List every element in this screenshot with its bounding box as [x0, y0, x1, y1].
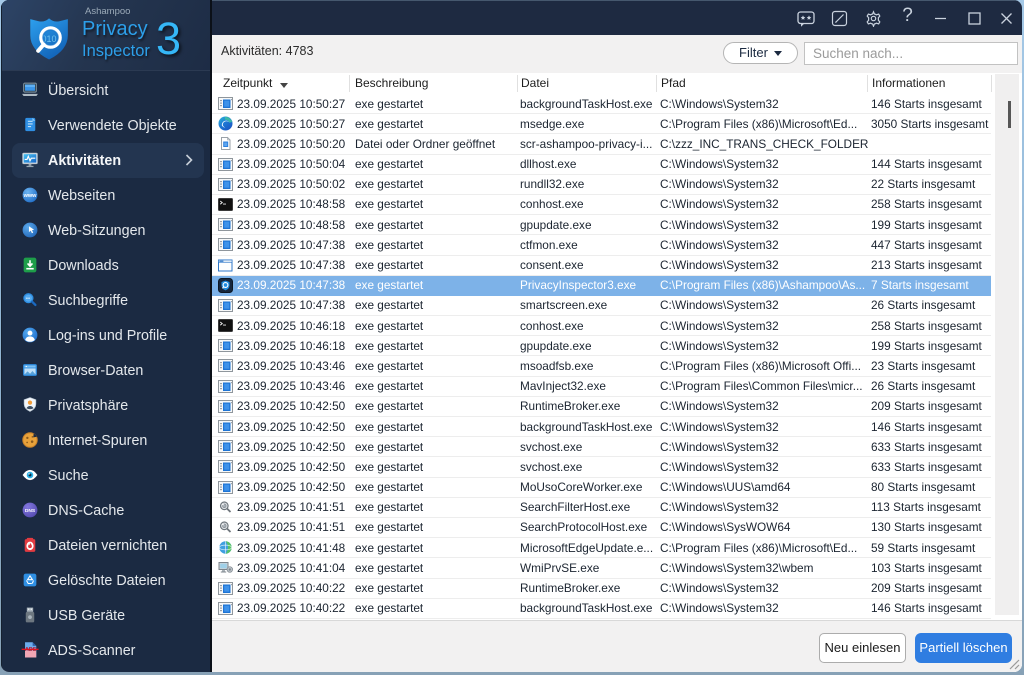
svg-text:www: www: [23, 193, 38, 199]
svg-text:ADS: ADS: [25, 647, 37, 653]
svg-text:DNS: DNS: [25, 508, 36, 514]
